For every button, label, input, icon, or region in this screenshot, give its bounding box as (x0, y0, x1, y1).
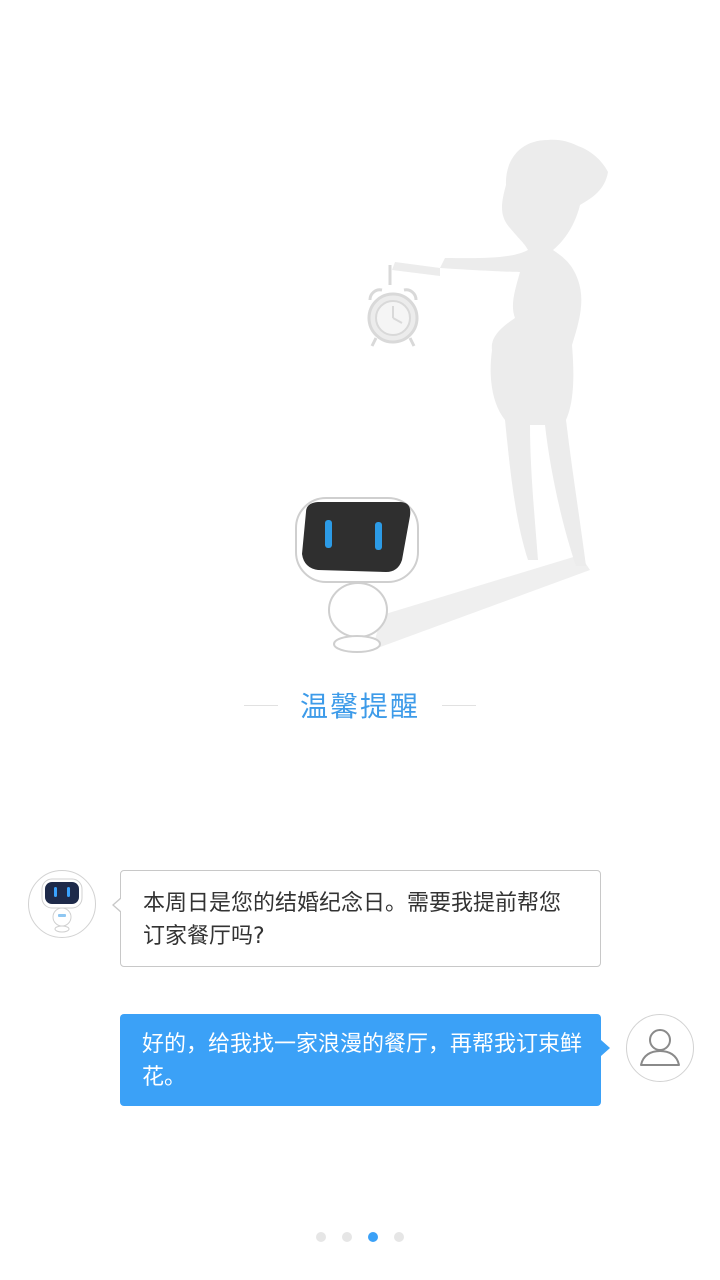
title-divider-left (243, 704, 278, 706)
title-row: 温馨提醒 (0, 680, 720, 730)
onboarding-screen: 温馨提醒 本周日是您的结婚纪念日。需要我提前帮您订家餐厅吗? 好的，给我找一家浪… (0, 0, 720, 1280)
robot-icon (41, 878, 83, 933)
robot-message-text: 本周日是您的结婚纪念日。需要我提前帮您订家餐厅吗? (143, 891, 562, 949)
page-indicator (0, 1231, 720, 1243)
page-dot-3[interactable] (368, 1232, 378, 1242)
robot-avatar (28, 870, 96, 938)
alarm-clock-icon (367, 265, 419, 347)
page-dot-1[interactable] (316, 1232, 326, 1242)
user-icon (640, 1029, 680, 1066)
page-dot-4[interactable] (394, 1232, 404, 1242)
user-avatar (626, 1014, 694, 1082)
woman-silhouette (392, 139, 608, 566)
user-message-text: 好的，给我找一家浪漫的餐厅，再帮我订束鲜花。 (142, 1032, 583, 1090)
hero-illustration (295, 139, 608, 653)
page-dot-2[interactable] (342, 1232, 352, 1242)
robot-message-bubble: 本周日是您的结婚纪念日。需要我提前帮您订家餐厅吗? (112, 870, 601, 967)
user-message-bubble: 好的，给我找一家浪漫的餐厅，再帮我订束鲜花。 (120, 1014, 610, 1106)
title-divider-right (442, 704, 476, 706)
page-title: 温馨提醒 (299, 690, 420, 723)
